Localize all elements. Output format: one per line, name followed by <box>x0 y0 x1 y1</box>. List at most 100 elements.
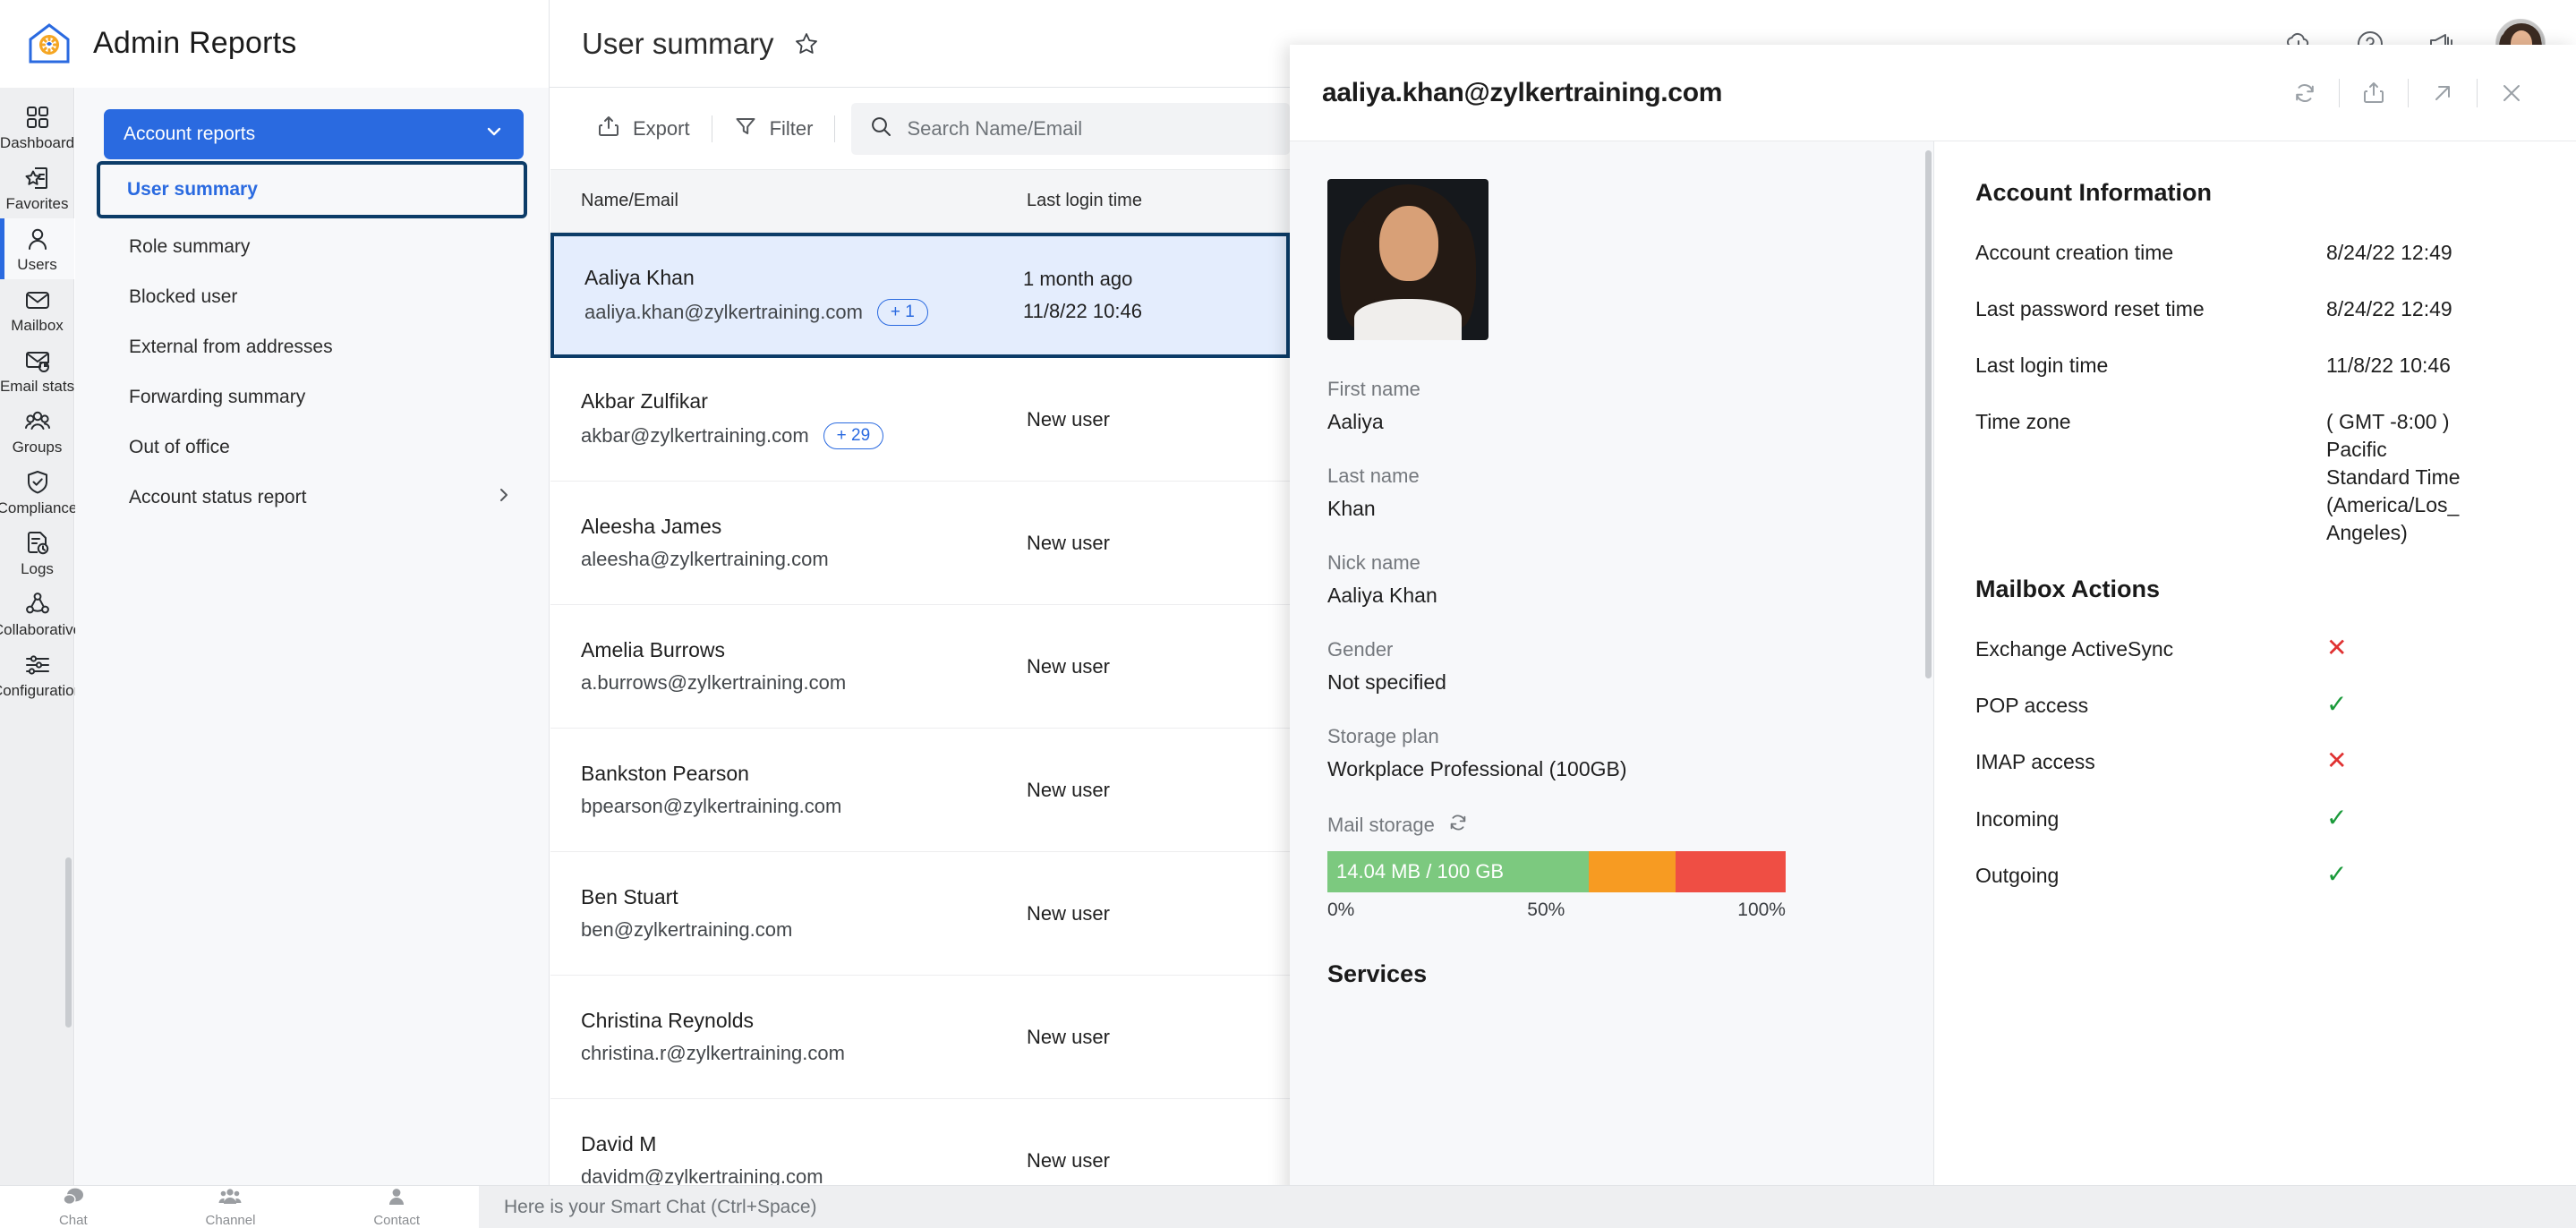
alias-count-badge[interactable]: + 29 <box>823 422 884 449</box>
chevron-right-icon <box>495 486 513 509</box>
sidebar-item-dashboard[interactable]: Dashboard <box>0 97 74 158</box>
nav-item-role-summary[interactable]: Role summary <box>75 222 549 272</box>
field-label: First name <box>1327 378 1420 400</box>
sidebar-item-logs[interactable]: Logs <box>0 523 74 584</box>
sidebar-item-users[interactable]: Users <box>0 218 74 279</box>
mail-storage-bar: 14.04 MB / 100 GB <box>1327 851 1786 892</box>
scale-100: 100% <box>1737 900 1786 920</box>
info-row-time-zone: Time zone ( GMT -8:00 ) Pacific Standard… <box>1975 408 2533 547</box>
chat-bubble-icon <box>62 1187 85 1211</box>
table-row[interactable]: Aleesha James aleesha@zylkertraining.com… <box>550 482 1290 605</box>
nav-item-label: External from addresses <box>129 337 333 357</box>
row-name: David M <box>581 1132 657 1156</box>
storage-used-text: 14.04 MB / 100 GB <box>1336 860 1505 883</box>
share-upload-icon[interactable] <box>2349 73 2399 113</box>
star-outline-icon[interactable] <box>794 31 819 56</box>
table-row[interactable]: Ben Stuart ben@zylkertraining.com New us… <box>550 852 1290 976</box>
status-tab-chat[interactable]: Chat <box>59 1187 88 1228</box>
table-header: Name/Email Last login time <box>550 170 1290 233</box>
row-login-ago: 1 month ago <box>1023 268 1133 290</box>
info-label: Account creation time <box>1975 241 2174 264</box>
nav-item-external-from-addresses[interactable]: External from addresses <box>75 322 549 372</box>
search-icon <box>869 115 892 142</box>
reports-nav-list: User summary Role summary Blocked user E… <box>75 161 549 523</box>
table-row[interactable]: Aaliya Khan aaliya.khan@zylkertraining.c… <box>550 233 1290 358</box>
status-badge: ✕ <box>2326 634 2348 662</box>
sidebar-item-label: Dashboard <box>0 134 75 151</box>
row-login-status: New user <box>1027 1025 1110 1048</box>
envelope-icon <box>23 286 52 313</box>
sidebar-item-configuration[interactable]: Configuration <box>0 644 82 705</box>
field-label: Gender <box>1327 638 1394 661</box>
smart-chat-input[interactable]: Here is your Smart Chat (Ctrl+Space) <box>479 1185 2576 1228</box>
scale-0: 0% <box>1327 900 1355 920</box>
row-name: Aaliya Khan <box>584 265 695 289</box>
table-row[interactable]: Bankston Pearson bpearson@zylkertraining… <box>550 729 1290 852</box>
table-row[interactable]: Amelia Burrows a.burrows@zylkertraining.… <box>550 605 1290 729</box>
field-value: Workplace Professional (100GB) <box>1327 757 1627 780</box>
action-label: IMAP access <box>1975 750 2095 774</box>
field-gender: Gender Not specified <box>1327 638 1898 695</box>
field-value: Not specified <box>1327 670 1446 694</box>
info-label: Time zone <box>1975 410 2071 434</box>
list-toolbar: Export Filter Search Name/Email <box>550 88 1290 170</box>
brand[interactable]: Admin Reports <box>0 0 550 88</box>
sidebar-item-groups[interactable]: Groups <box>0 401 74 462</box>
nav-item-blocked-user[interactable]: Blocked user <box>75 272 549 322</box>
status-tab-channel[interactable]: Channel <box>206 1187 255 1228</box>
bottom-status-bar: Chat Channel Contact Here is your Smart … <box>0 1185 2576 1228</box>
sidebar-item-collaborative[interactable]: Collaborative <box>0 584 81 644</box>
mailbox-action-row-incoming: Incoming ✓ <box>1975 805 2533 833</box>
detail-title: aaliya.khan@zylkertraining.com <box>1322 77 1723 107</box>
sidebar-item-email-stats[interactable]: Email stats <box>0 340 74 401</box>
status-tab-contact[interactable]: Contact <box>373 1187 420 1228</box>
account-reports-label: Account reports <box>124 124 256 144</box>
storage-used-segment: 14.04 MB / 100 GB <box>1327 851 1589 892</box>
cell-last-login: New user <box>1027 779 1259 802</box>
share-nodes-icon <box>23 591 52 618</box>
column-header-name-email: Name/Email <box>581 191 678 210</box>
nav-item-out-of-office[interactable]: Out of office <box>75 422 549 473</box>
info-value: ( GMT -8:00 ) Pacific Standard Time (Ame… <box>2326 410 2461 545</box>
close-icon[interactable] <box>2486 73 2537 113</box>
nav-item-account-status-report[interactable]: Account status report <box>75 473 549 523</box>
info-value: 11/8/22 10:46 <box>2326 354 2451 378</box>
nav-item-user-summary[interactable]: User summary <box>97 161 527 218</box>
filter-button[interactable]: Filter <box>712 111 835 147</box>
sidebar-item-mailbox[interactable]: Mailbox <box>0 279 74 340</box>
row-name: Akbar Zulfikar <box>581 389 708 413</box>
row-name: Ben Stuart <box>581 885 678 908</box>
export-button[interactable]: Export <box>576 111 712 147</box>
cell-last-login: 1 month ago 11/8/22 10:46 <box>1023 268 1256 323</box>
status-tab-label: Contact <box>373 1212 421 1228</box>
cell-last-login: New user <box>1027 902 1259 925</box>
detail-info-column: Account Information Account creation tim… <box>1934 141 2576 1228</box>
status-badge: ✕ <box>2326 746 2348 775</box>
sidebar-item-label: Users <box>17 256 57 273</box>
row-login-status: New user <box>1027 654 1110 678</box>
row-name: Bankston Pearson <box>581 762 749 785</box>
refresh-icon[interactable] <box>1447 812 1469 839</box>
rail-scrollbar[interactable] <box>64 88 73 1228</box>
row-login-status: New user <box>1027 778 1110 801</box>
detail-header: aaliya.khan@zylkertraining.com <box>1290 45 2576 141</box>
alias-count-badge[interactable]: + 1 <box>876 298 928 326</box>
open-external-icon[interactable] <box>2418 73 2468 113</box>
sidebar-item-favorites[interactable]: Favorites <box>0 158 74 218</box>
mailbox-action-row-exchange-activesync: Exchange ActiveSync ✕ <box>1975 635 2533 663</box>
row-login-status: New user <box>1027 531 1110 554</box>
status-badge: ✓ <box>2326 859 2348 888</box>
refresh-icon[interactable] <box>2280 73 2330 113</box>
nav-item-forwarding-summary[interactable]: Forwarding summary <box>75 372 549 422</box>
column-header-last-login: Last login time <box>1027 191 1142 210</box>
people-group-icon <box>218 1187 242 1211</box>
cell-last-login: New user <box>1027 408 1259 431</box>
sidebar-item-compliance[interactable]: Compliance <box>0 462 77 523</box>
table-row[interactable]: Christina Reynolds christina.r@zylkertra… <box>550 976 1290 1099</box>
cell-name-email: David M davidm@zylkertraining.com <box>581 1132 1027 1189</box>
table-row[interactable]: Akbar Zulfikar akbar@zylkertraining.com … <box>550 358 1290 482</box>
detail-left-scrollbar[interactable] <box>1924 141 1933 1228</box>
account-reports-dropdown[interactable]: Account reports <box>104 109 524 159</box>
people-group-icon <box>23 408 52 435</box>
search-input[interactable]: Search Name/Email <box>851 102 1290 155</box>
